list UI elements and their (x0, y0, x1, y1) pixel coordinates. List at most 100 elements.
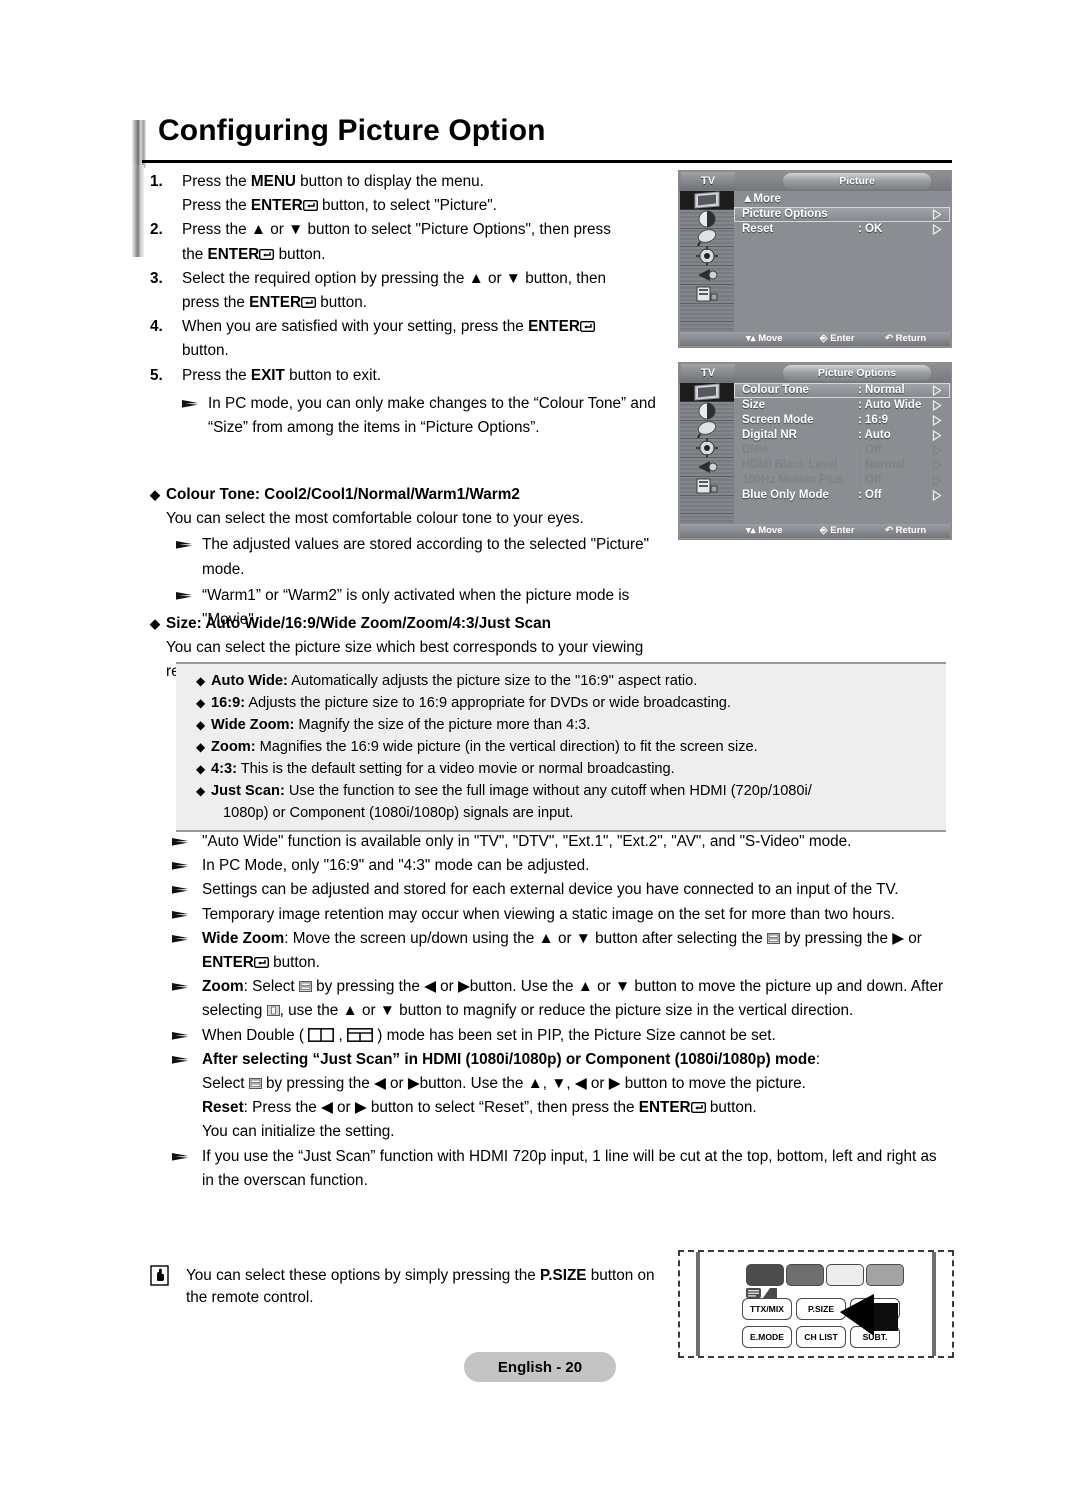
ttxmix-button[interactable]: TTX/MIX (742, 1298, 792, 1320)
size-option-term: 4:3: (211, 761, 237, 777)
note-term: Zoom (202, 978, 244, 996)
osd-row-screen-mode[interactable]: Screen Mode: 16:9 (734, 413, 950, 428)
diamond-bullet-icon: ◆ (196, 696, 206, 710)
size-option-desc: Adjusts the picture size to 16:9 appropr… (245, 695, 731, 711)
steps-list: 1. Press the MENU button to display the m… (150, 170, 670, 440)
step-line: Press the EXIT button to exit. (182, 364, 670, 388)
step-text: When you are satisfied with your setting… (182, 315, 670, 363)
osd-row-colour-tone[interactable]: Colour Tone: Normal (734, 383, 950, 398)
sidebar2-icon-channel[interactable] (680, 420, 734, 440)
screen-split-icon (766, 930, 780, 947)
page-title-block: Configuring Picture Option (132, 114, 952, 172)
step-keyword: MENU (250, 173, 296, 190)
size-option-line: ◆ Wide Zoom: Magnify the size of the pict… (176, 714, 946, 736)
notes-list: "Auto Wide" function is available only i… (172, 830, 948, 1193)
sidebar-icon-picture[interactable] (680, 191, 734, 210)
osd-row-label: 100Hz Motion Plus (742, 474, 844, 486)
step-span: When you are satisfied with your setting… (182, 318, 529, 336)
osd1-more-label: ▲More (742, 193, 781, 205)
step-line: Press the ▲ or ▼ button to select "Pictu… (182, 218, 670, 242)
enter-icon (259, 246, 275, 263)
note-arrow-icon (176, 533, 202, 581)
colour-key-green[interactable] (786, 1264, 824, 1286)
step-item: 2. Press the ▲ or ▼ button to select "Pic… (150, 218, 670, 266)
osd-row-hdmi-black-level[interactable]: HDMI Black Level: Normal (734, 458, 950, 473)
osd1-enter: ⎆ Enter (820, 333, 855, 344)
osd-row-100hz-motion-plus[interactable]: 100Hz Motion Plus: Off (734, 473, 950, 488)
osd-row-dnie[interactable]: DNIe: Off (734, 443, 950, 458)
note-item: After selecting “Just Scan” in HDMI (108… (172, 1048, 948, 1145)
osd-row-label: Reset (742, 223, 774, 235)
screen-split-icon (248, 1075, 262, 1092)
size-option-desc: Magnify the size of the picture more tha… (294, 717, 591, 733)
sidebar2-icon-input[interactable] (680, 458, 734, 477)
sidebar-icon-setup[interactable] (680, 246, 734, 267)
tip-text: You can select these options by simply p… (186, 1265, 670, 1309)
section-heading-text: Size: Auto Wide/16:9/Wide Zoom/Zoom/4:3/… (166, 615, 552, 632)
osd2-tab-picture-options[interactable]: Picture Options (783, 365, 931, 381)
diamond-bullet-icon: ◆ (196, 674, 206, 688)
colour-key-blue[interactable] (866, 1264, 904, 1286)
diamond-bullet-icon: ◆ (196, 762, 206, 776)
screen-split-icon (298, 978, 312, 995)
size-option-desc2: 1080p) or Component (1080i/1080p) signal… (223, 805, 574, 821)
sidebar2-icon-support[interactable] (680, 476, 734, 496)
enter-icon (302, 197, 318, 214)
osd-row-digital-nr[interactable]: Digital NR: Auto (734, 428, 950, 443)
step-number: 3. (150, 269, 163, 287)
osd1-tab-picture[interactable]: Picture (783, 173, 931, 189)
note-arrow-icon (172, 1145, 202, 1193)
osd-row-reset[interactable]: Reset: OK (734, 222, 950, 237)
enter-icon (301, 294, 317, 311)
enter-icon (579, 318, 595, 335)
step-text: Select the required option by pressing t… (182, 267, 670, 315)
note-arrow-icon (182, 392, 208, 440)
osd1-footer: ▾▴ Move ⎆ Enter ↶ Return (680, 332, 950, 346)
osd-row-label: Picture Options (742, 208, 828, 220)
section-body-text: You can select the most comfortable colo… (166, 510, 584, 528)
osd1-return: ↶ Return (885, 333, 927, 344)
sidebar2-icon-sound[interactable] (680, 401, 734, 421)
step-note-text: In PC mode, you can only make changes to… (208, 394, 656, 437)
osd2-enter: ⎆ Enter (820, 525, 855, 536)
sidebar2-icon-blank-a (680, 495, 734, 515)
step-span: button to exit. (284, 366, 381, 384)
tip-text-a: You can select these options by simply p… (186, 1267, 541, 1284)
size-option-term: Wide Zoom: (211, 717, 295, 733)
note-text: "Auto Wide" function is available only i… (202, 833, 852, 850)
osd-row-blue-only-mode[interactable]: Blue Only Mode: Off (734, 488, 950, 503)
sidebar-icon-sound[interactable] (680, 209, 734, 229)
step-keyword: EXIT (250, 366, 285, 384)
osd-row-value: : Normal (858, 459, 905, 471)
colour-key-yellow[interactable] (826, 1264, 864, 1286)
osd-row-label: DNIe (742, 444, 769, 456)
manual-page: Configuring Picture Option 1. Press the M… (0, 0, 1080, 1486)
colour-key-red[interactable] (746, 1264, 784, 1286)
step-span: button. (182, 342, 229, 360)
size-option-line: ◆ 4:3: This is the default setting for a … (176, 758, 946, 780)
sidebar-icon-support[interactable] (680, 284, 734, 304)
sidebar2-icon-picture[interactable] (680, 383, 734, 402)
sidebar-icon-channel[interactable] (680, 228, 734, 248)
osd-picture-menu: TV Picture ▲More Picture Options Reset:… (678, 170, 952, 348)
osd-row-picture-options[interactable]: Picture Options (734, 207, 950, 222)
note-item: Wide Zoom: Move the screen up/down using… (172, 927, 948, 975)
size-option-text: Wide Zoom: Magnify the size of the pictu… (211, 714, 936, 736)
step-span: press the (182, 294, 250, 312)
osd-row-size[interactable]: Size: Auto Wide (734, 398, 950, 413)
note-item: When Double ( , ) mode has been set in P… (172, 1024, 948, 1048)
diamond-bullet-icon: ◆ (196, 718, 206, 732)
step-number: 5. (150, 366, 163, 384)
size-option-text: Zoom: Magnifies the 16:9 wide picture (i… (211, 736, 936, 758)
note-line: You can initialize the setting. (202, 1123, 395, 1141)
section-note-text: The adjusted values are stored according… (202, 536, 650, 578)
size-option-line: ◆ Zoom: Magnifies the 16:9 wide picture (… (176, 736, 946, 758)
size-option-line: ◆ Auto Wide: Automatically adjusts the pi… (176, 670, 946, 692)
note-item: If you use the “Just Scan” function with… (172, 1145, 948, 1193)
emode-button[interactable]: E.MODE (742, 1326, 792, 1348)
size-option-text: Auto Wide: Automatically adjusts the pic… (211, 670, 936, 692)
step-line: Select the required option by pressing t… (182, 267, 670, 291)
size-option-text: 4:3: This is the default setting for a v… (211, 758, 936, 780)
sidebar-icon-input[interactable] (680, 266, 734, 285)
sidebar2-icon-setup[interactable] (680, 438, 734, 459)
